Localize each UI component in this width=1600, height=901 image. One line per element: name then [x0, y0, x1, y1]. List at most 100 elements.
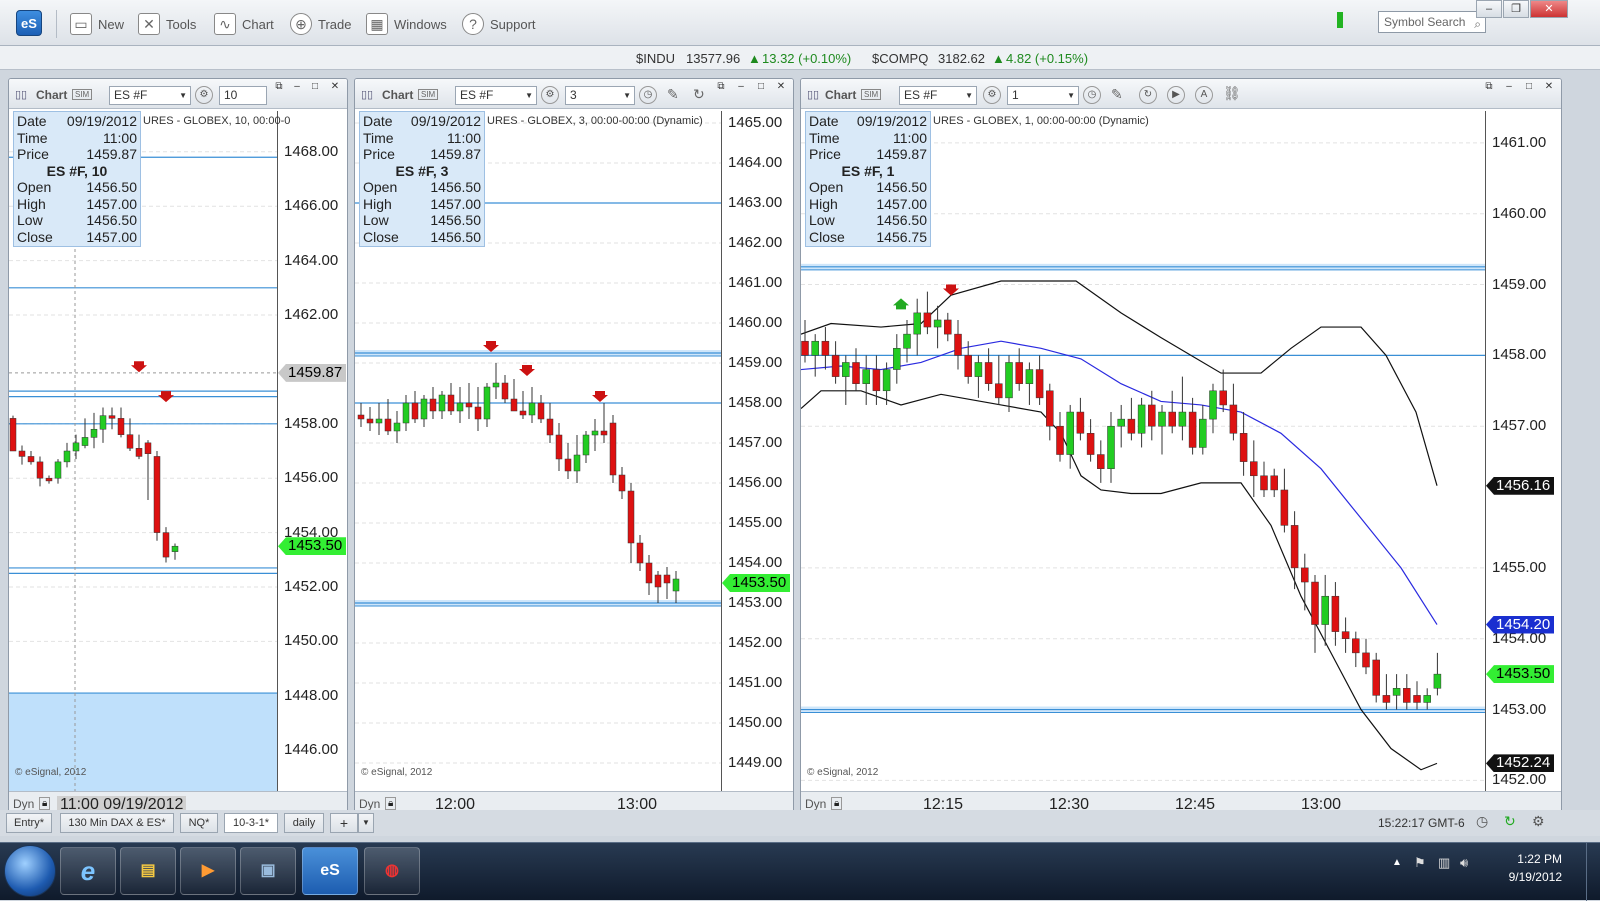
pop-out-button[interactable]: ⧉ [271, 81, 287, 95]
esignal-logo[interactable]: eS [16, 10, 42, 36]
dyn-label[interactable]: Dyn [13, 797, 34, 811]
lock-icon[interactable]: 🔒︎ [831, 797, 843, 810]
candle [1331, 595, 1340, 632]
windows-button[interactable]: ▦ Windows [366, 12, 447, 36]
remote-desktop-icon[interactable]: ▣ [240, 847, 296, 895]
candle [672, 578, 680, 592]
pop-out-button[interactable]: ⧉ [713, 81, 729, 95]
tab-nq[interactable]: NQ* [180, 813, 218, 833]
minimize-panel-button[interactable]: – [289, 81, 305, 95]
tools-button[interactable]: ✕ Tools [138, 12, 196, 36]
price-axis[interactable]: 1468.00 1466.00 1464.00 1462.00 1458.00 1456.… [277, 111, 347, 791]
tab-menu-button[interactable]: ▼ [358, 813, 374, 833]
tab-130min-dax-es[interactable]: 130 Min DAX & ES* [60, 813, 174, 833]
price-value: 1459.87 [430, 146, 481, 162]
minimize-panel-button[interactable]: – [1501, 81, 1517, 95]
internet-explorer-icon[interactable]: e [60, 847, 116, 895]
minimize-window-button[interactable]: – [1476, 0, 1502, 18]
flag-icon[interactable]: ⚑ [1414, 855, 1426, 871]
file-explorer-icon[interactable]: ▤ [120, 847, 176, 895]
trade-button[interactable]: ⊕ Trade [290, 12, 351, 36]
new-button[interactable]: ▭ New [70, 12, 124, 36]
symbol-search-input[interactable]: Symbol Search ⌕ [1378, 11, 1486, 33]
interval-select[interactable]: 1 ▼ [1007, 86, 1079, 105]
clock-icon[interactable]: ◷ [639, 86, 657, 104]
interval-input[interactable]: 10 [219, 86, 267, 105]
indu-up-icon: ▲ [748, 51, 761, 66]
chart-panel-10min[interactable]: ▯▯ Chart SIM ES #F ▼ ⚙ 10 ⧉ – □ ✕ 1468.00… [8, 78, 348, 818]
lock-icon[interactable]: 🔒︎ [385, 797, 397, 810]
candle [1046, 390, 1054, 427]
tab-daily[interactable]: daily [284, 813, 324, 833]
volume-icon[interactable]: 🔊︎ [1460, 855, 1468, 871]
restore-window-button[interactable]: ❐ [1503, 0, 1529, 18]
media-player-icon[interactable]: ▶ [180, 847, 236, 895]
layout-icon[interactable]: ▯▯ [807, 88, 819, 101]
chevron-down-icon: ▼ [965, 91, 973, 100]
link-chain-icon[interactable]: ⛓ [1223, 85, 1241, 102]
maximize-panel-button[interactable]: □ [307, 81, 323, 95]
chart-button[interactable]: ∿ Chart [214, 12, 274, 36]
chart-panel-3min[interactable]: ▯▯ Chart SIM ES #F ▼ ⚙ 3 ▼ ◷ ✎ ↻ ⧉ – □ ✕ 1… [354, 78, 794, 818]
layout-icon[interactable]: ▯▯ [15, 88, 27, 101]
add-tab-button[interactable]: + [330, 813, 358, 833]
clock-icon[interactable]: ◷ [1083, 86, 1101, 104]
link-icon[interactable]: SIM [72, 89, 93, 100]
clock-status-icon[interactable]: ◷ [1476, 813, 1488, 830]
close-panel-button[interactable]: ✕ [327, 81, 343, 95]
interval-gear-icon[interactable]: ⚙ [983, 86, 1001, 104]
symbol-select[interactable]: ES #F ▼ [899, 86, 977, 105]
dyn-label[interactable]: Dyn [359, 797, 380, 811]
link-icon[interactable]: SIM [861, 89, 882, 100]
play-icon[interactable]: ▶ [1167, 86, 1185, 104]
candle [1209, 390, 1217, 420]
moving-average-badge: 1454.20 [1486, 615, 1555, 634]
close-window-button[interactable]: ✕ [1530, 0, 1568, 18]
network-icon[interactable]: ▥ [1438, 855, 1450, 871]
link-icon[interactable]: SIM [418, 89, 439, 100]
interval-gear-icon[interactable]: ⚙ [195, 86, 213, 104]
compq-symbol[interactable]: $COMPQ [872, 51, 928, 66]
tab-10-3-1[interactable]: 10-3-1* [224, 813, 278, 833]
minimize-panel-button[interactable]: – [733, 81, 749, 95]
tab-entry[interactable]: Entry* [6, 813, 52, 833]
draw-pencil-icon[interactable]: ✎ [1111, 86, 1123, 103]
symbol-select[interactable]: ES #F ▼ [109, 86, 191, 105]
last-price-badge: 1453.50 [1486, 665, 1555, 684]
start-button[interactable] [4, 845, 56, 897]
price-axis[interactable]: 1461.00 1460.00 1459.00 1458.00 1457.00 1455.… [1485, 111, 1561, 791]
refresh-icon[interactable]: ↻ [1139, 86, 1157, 104]
draw-pencil-icon[interactable]: ✎ [667, 86, 679, 103]
settings-gear-icon[interactable]: ⚙ [1532, 813, 1545, 830]
lock-icon[interactable]: 🔒︎ [39, 797, 51, 810]
support-button[interactable]: ? Support [462, 12, 536, 36]
layout-icon[interactable]: ▯▯ [361, 88, 373, 101]
price-label: Price [809, 146, 841, 162]
pop-out-button[interactable]: ⧉ [1481, 81, 1497, 95]
candle [1025, 369, 1034, 384]
interval-select[interactable]: 3 ▼ [565, 86, 635, 105]
close-value: 1456.50 [430, 228, 481, 245]
chart-panel-1min[interactable]: ▯▯ Chart SIM ES #F ▼ ⚙ 1 ▼ ◷ ✎ ↻ ▶ A ⛓ ⧉ –… [800, 78, 1562, 818]
system-clock[interactable]: 1:22 PM 9/19/2012 [1509, 850, 1562, 886]
refresh-icon[interactable]: ↻ [693, 86, 705, 103]
price-tick-label: 1468.00 [284, 142, 339, 160]
maximize-panel-button[interactable]: □ [753, 81, 769, 95]
close-panel-button[interactable]: ✕ [1541, 81, 1557, 95]
show-desktop-button[interactable] [1586, 843, 1600, 901]
show-hidden-icons[interactable]: ▲ [1392, 857, 1402, 868]
price-axis[interactable]: 1465.00 1464.00 1463.00 1462.00 1461.00 1460.… [721, 111, 793, 791]
close-value: 1456.75 [876, 228, 927, 245]
close-panel-button[interactable]: ✕ [773, 81, 789, 95]
app-taskbar-icon[interactable]: ◍ [364, 847, 420, 895]
alert-icon[interactable]: A [1195, 86, 1213, 104]
interval-gear-icon[interactable]: ⚙ [541, 86, 559, 104]
esignal-taskbar-icon[interactable]: eS [302, 847, 358, 895]
symbol-select[interactable]: ES #F ▼ [455, 86, 537, 105]
dyn-label[interactable]: Dyn [805, 797, 826, 811]
maximize-panel-button[interactable]: □ [1521, 81, 1537, 95]
date-label: Date [809, 113, 839, 129]
candle [1188, 411, 1197, 448]
connection-icon[interactable]: ↻ [1504, 813, 1516, 830]
indu-symbol[interactable]: $INDU [636, 51, 675, 66]
